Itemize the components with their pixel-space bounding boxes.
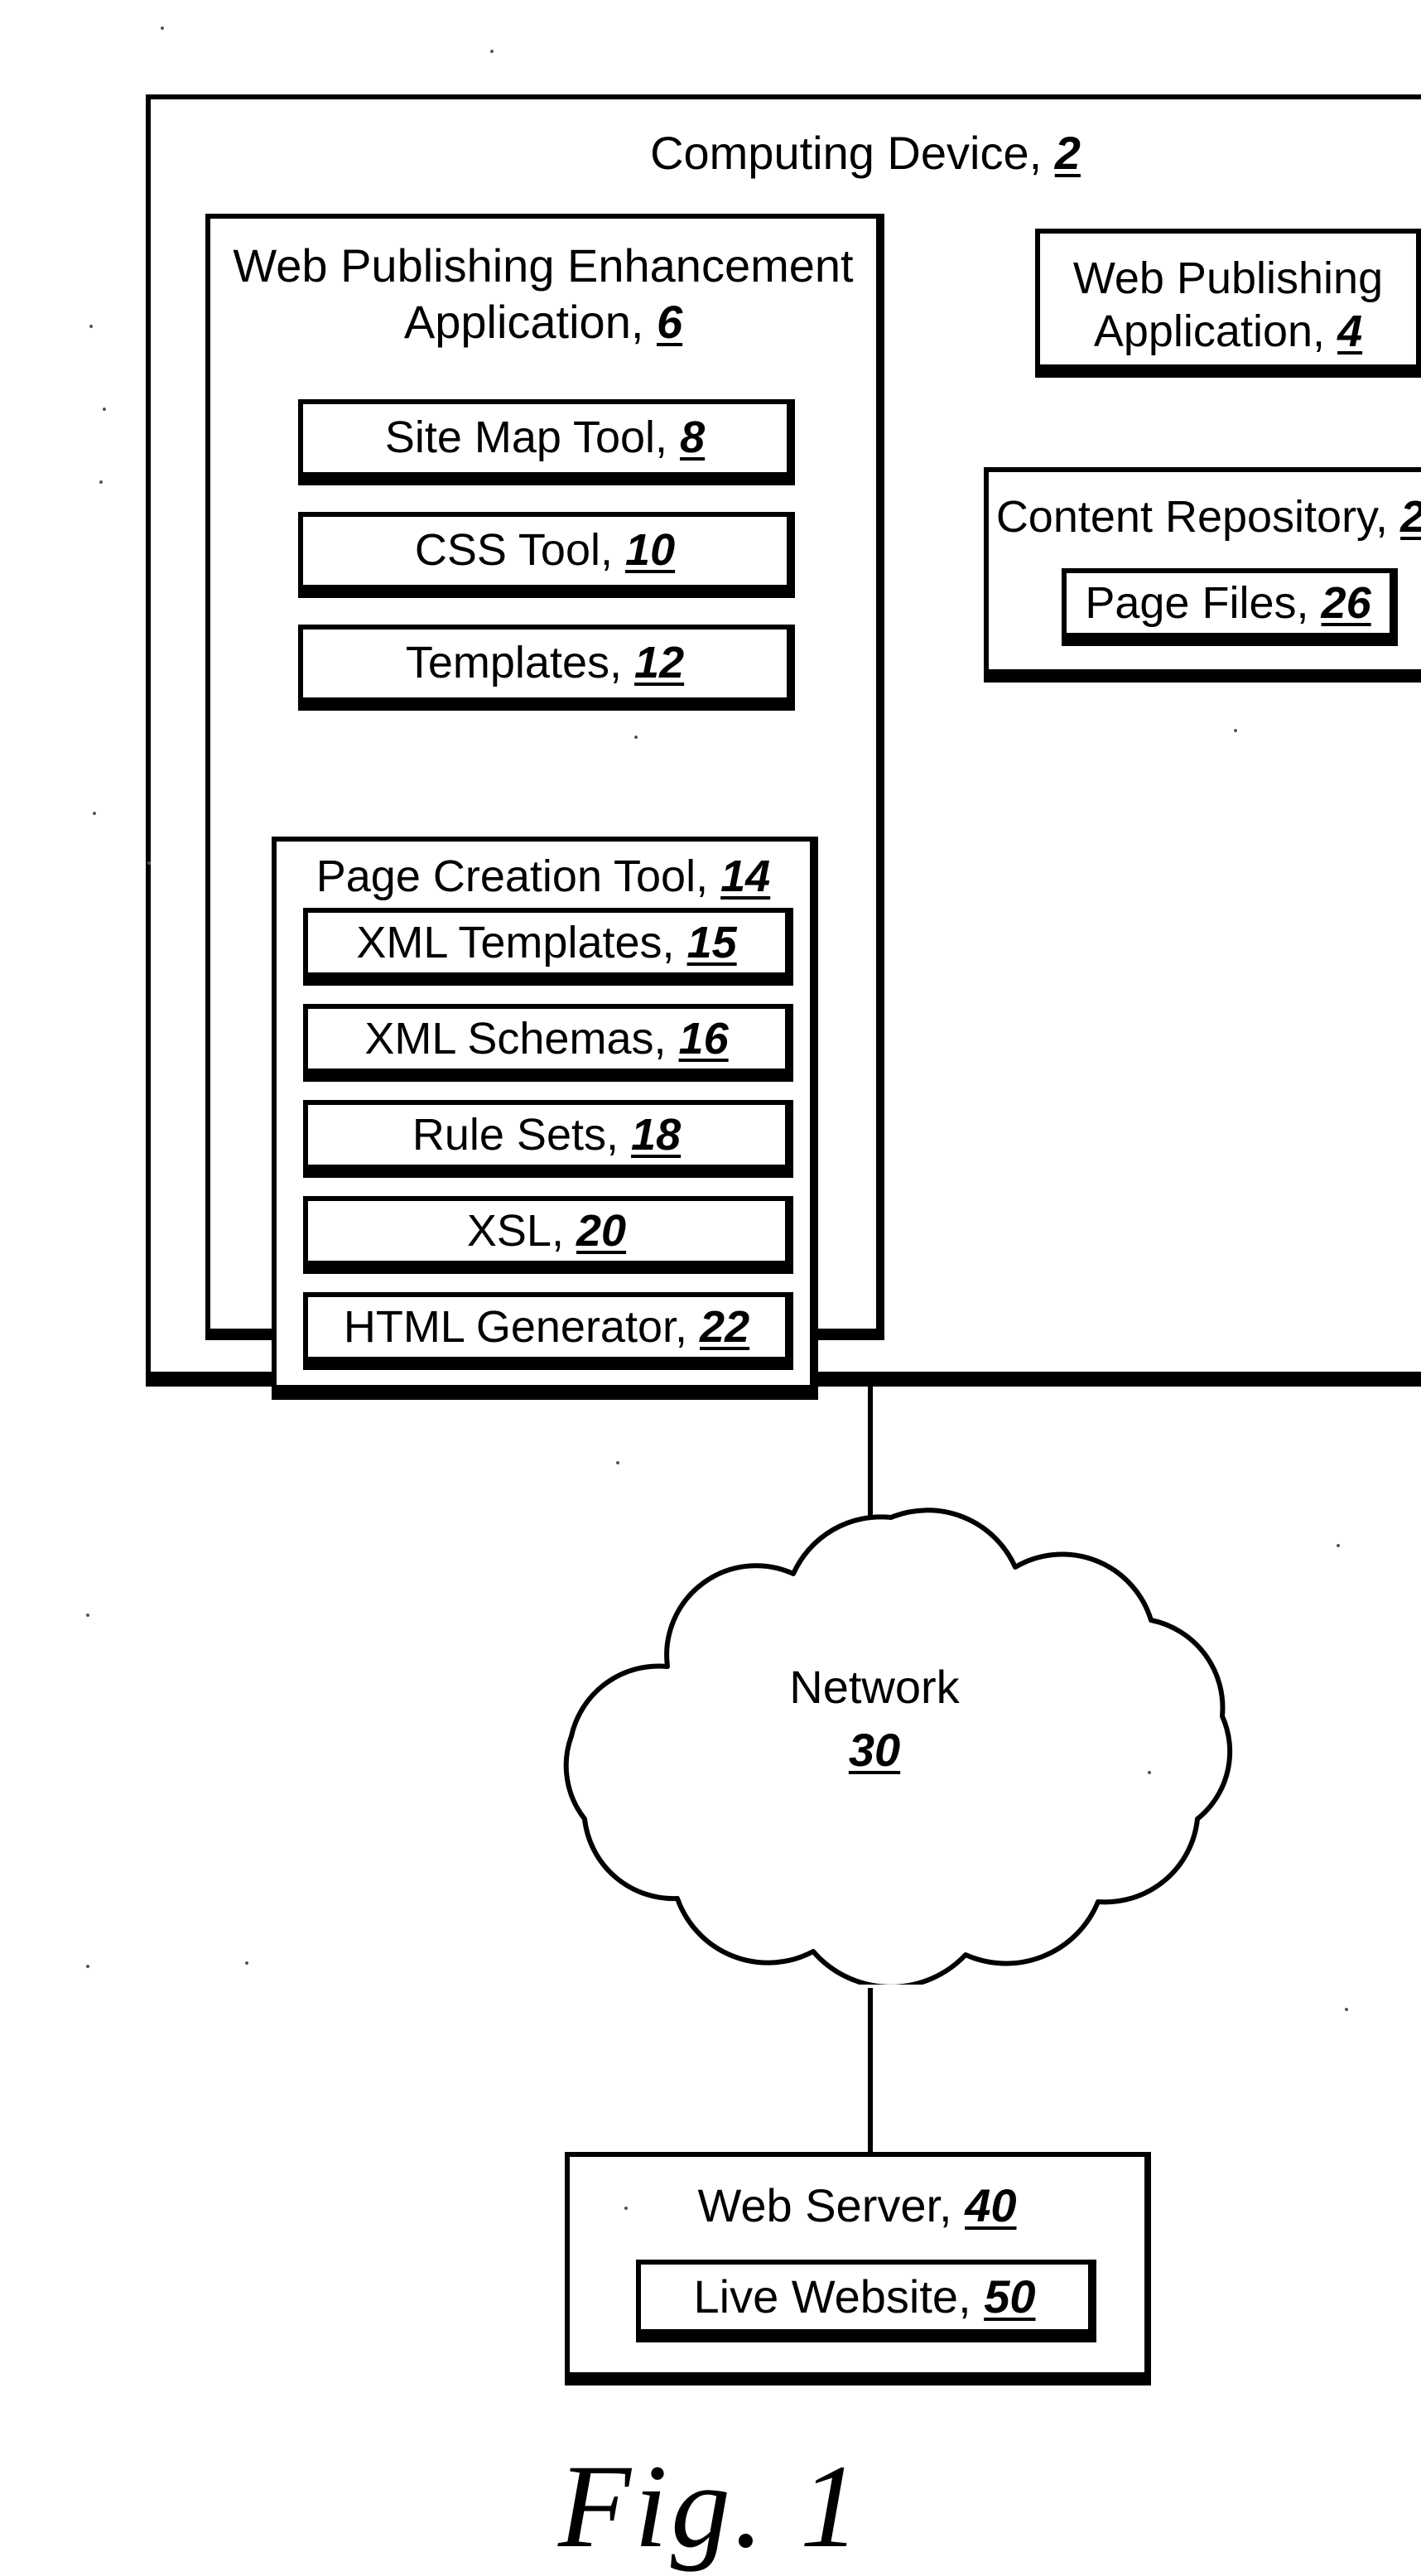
computing-device-box: Computing Device, 2 Web Publishing Enhan… bbox=[146, 94, 1421, 1400]
rule-sets-box: Rule Sets, 18 bbox=[303, 1100, 793, 1178]
live-website-label: Live Website, bbox=[693, 2270, 971, 2322]
web-server-label: Web Server, bbox=[697, 2180, 952, 2231]
content-repository-ref: 24 bbox=[1400, 492, 1421, 542]
wpe-application-ref: 6 bbox=[656, 297, 683, 349]
page-creation-tool-title: Page Creation Tool, 14 bbox=[277, 851, 810, 904]
wpe-application-label-line1: Web Publishing Enhancement bbox=[233, 240, 854, 292]
wpe-application-title: Web Publishing Enhancement Application, … bbox=[210, 239, 876, 352]
css-tool-label: CSS Tool, bbox=[414, 525, 613, 575]
xsl-ref: 20 bbox=[576, 1205, 627, 1255]
page-files-ref: 26 bbox=[1321, 577, 1371, 627]
network-cloud: Network 30 bbox=[469, 1488, 1280, 1985]
computing-device-ref: 2 bbox=[1054, 128, 1081, 179]
scan-speck bbox=[616, 1461, 619, 1464]
site-map-tool-ref: 8 bbox=[680, 412, 706, 462]
scan-speck bbox=[245, 1961, 248, 1965]
web-server-box: Web Server, 40 Live Website, 50 bbox=[565, 2152, 1151, 2385]
wpe-application-label-line2: Application, bbox=[403, 297, 644, 349]
connector-network-to-web-server bbox=[868, 1988, 873, 2154]
scan-speck bbox=[490, 50, 494, 53]
wp-application-label-line1: Web Publishing bbox=[1072, 253, 1384, 303]
templates-ref: 12 bbox=[634, 638, 685, 687]
site-map-tool-box: Site Map Tool, 8 bbox=[298, 399, 795, 485]
live-website-box: Live Website, 50 bbox=[636, 2260, 1096, 2342]
page-creation-tool-label: Page Creation Tool, bbox=[316, 851, 709, 901]
page-creation-tool-box: Page Creation Tool, 14 XML Templates, 15… bbox=[272, 837, 818, 1400]
scan-speck bbox=[89, 325, 93, 328]
page-creation-tool-ref: 14 bbox=[720, 851, 771, 901]
scan-speck bbox=[93, 812, 96, 815]
web-publishing-enhancement-application-box: Web Publishing Enhancement Application, … bbox=[205, 214, 884, 1400]
xml-templates-box: XML Templates, 15 bbox=[303, 908, 793, 986]
page-files-label: Page Files, bbox=[1085, 577, 1309, 627]
scan-speck bbox=[147, 861, 151, 865]
xsl-label: XSL, bbox=[466, 1205, 564, 1255]
html-generator-box: HTML Generator, 22 bbox=[303, 1292, 793, 1370]
figure-caption: Fig. 1 bbox=[558, 2440, 863, 2573]
web-server-title: Web Server, 40 bbox=[570, 2178, 1144, 2233]
html-generator-label: HTML Generator, bbox=[343, 1301, 687, 1351]
scan-speck bbox=[103, 408, 106, 411]
scan-speck bbox=[624, 2207, 628, 2210]
templates-label: Templates, bbox=[405, 638, 622, 687]
computing-device-label: Computing Device, bbox=[650, 128, 1043, 179]
content-repository-box: Content Repository, 24 Page Files, 26 bbox=[984, 467, 1421, 683]
scan-speck bbox=[1345, 2008, 1348, 2011]
xml-templates-label: XML Templates, bbox=[356, 917, 675, 967]
css-tool-ref: 10 bbox=[625, 525, 676, 575]
computing-device-title: Computing Device, 2 bbox=[151, 126, 1421, 181]
page-files-box: Page Files, 26 bbox=[1062, 568, 1398, 646]
xml-schemas-ref: 16 bbox=[678, 1013, 729, 1063]
xml-schemas-box: XML Schemas, 16 bbox=[303, 1004, 793, 1082]
scan-speck bbox=[1234, 729, 1237, 732]
rule-sets-label: Rule Sets, bbox=[412, 1109, 619, 1159]
scan-speck bbox=[86, 1965, 89, 1968]
wp-application-title: Web Publishing Application, 4 bbox=[1040, 252, 1416, 359]
web-server-ref: 40 bbox=[965, 2180, 1017, 2231]
web-publishing-application-box: Web Publishing Application, 4 bbox=[1035, 229, 1421, 378]
site-map-tool-label: Site Map Tool, bbox=[384, 412, 668, 462]
content-repository-label: Content Repository, bbox=[995, 492, 1389, 542]
css-tool-box: CSS Tool, 10 bbox=[298, 512, 795, 598]
live-website-ref: 50 bbox=[984, 2270, 1036, 2322]
wp-application-ref: 4 bbox=[1337, 306, 1363, 357]
scan-speck bbox=[161, 27, 164, 30]
xsl-box: XSL, 20 bbox=[303, 1196, 793, 1274]
scan-speck bbox=[634, 736, 638, 739]
rule-sets-ref: 18 bbox=[631, 1109, 682, 1159]
xml-templates-ref: 15 bbox=[686, 917, 737, 967]
scan-speck bbox=[86, 1614, 89, 1617]
xml-schemas-label: XML Schemas, bbox=[364, 1013, 667, 1063]
wp-application-label-line2: Application, bbox=[1093, 306, 1326, 357]
patent-figure-sheet: Computing Device, 2 Web Publishing Enhan… bbox=[0, 0, 1421, 2573]
templates-box: Templates, 12 bbox=[298, 625, 795, 711]
scan-speck bbox=[1148, 1771, 1151, 1774]
scan-speck bbox=[99, 480, 103, 484]
content-repository-title: Content Repository, 24 bbox=[989, 492, 1421, 545]
html-generator-ref: 22 bbox=[700, 1301, 750, 1351]
scan-speck bbox=[1337, 1544, 1340, 1547]
